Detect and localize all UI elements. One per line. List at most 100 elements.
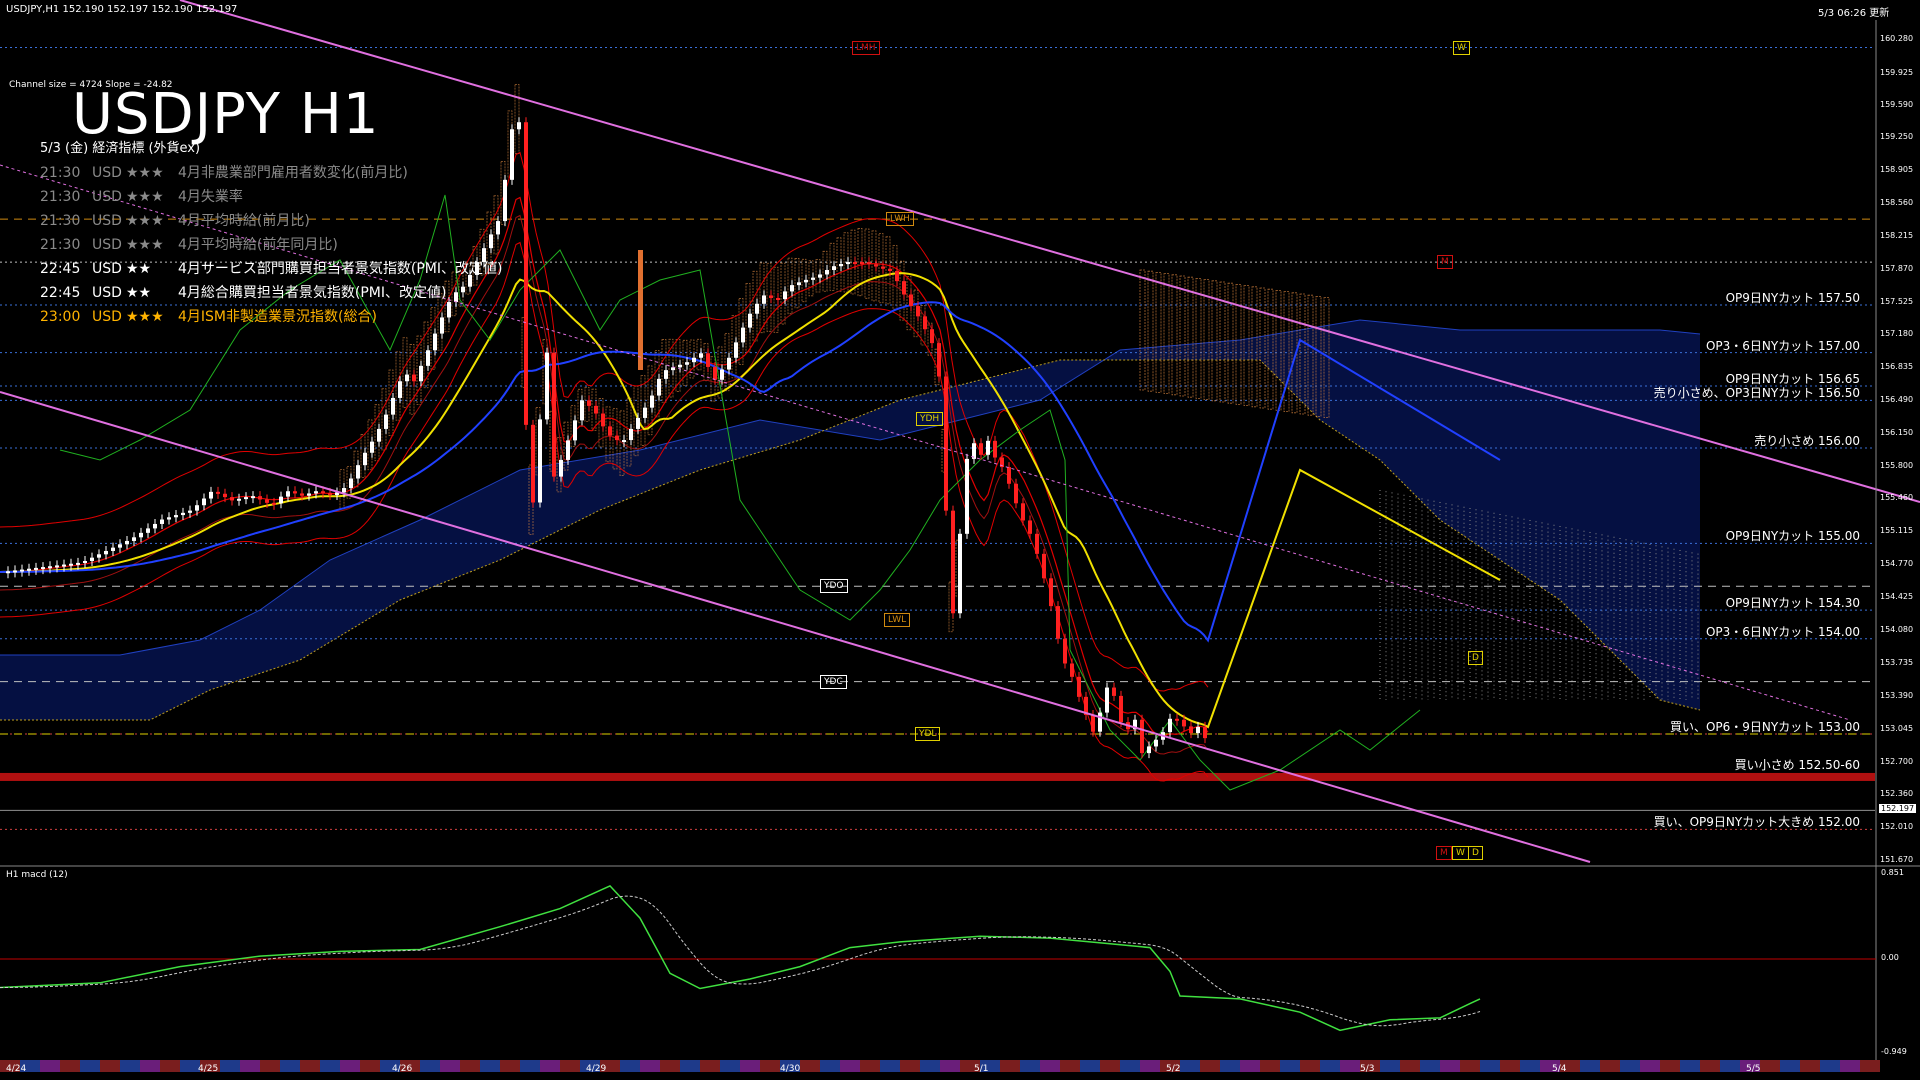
session-strip-cell — [1380, 1060, 1400, 1072]
candle-body — [167, 517, 171, 520]
candle-body — [888, 268, 892, 271]
price-tick-label: 152.700 — [1880, 756, 1914, 766]
event-currency: USD — [92, 261, 122, 277]
event-row: 21:30 USD ★★★ 4月失業率 — [40, 186, 243, 206]
current-price-badge: 152.197 — [1879, 804, 1917, 813]
session-strip-cell — [1200, 1060, 1220, 1072]
order-label: 買い、OP9日NYカット大きめ 152.00 — [1653, 815, 1860, 830]
macd-title: H1 macd (12) — [6, 870, 68, 880]
session-strip-cell — [820, 1060, 840, 1072]
candle-body — [622, 440, 626, 443]
session-strip-cell — [140, 1060, 160, 1072]
event-time: 21:30 — [40, 213, 81, 229]
candle-body — [573, 420, 577, 441]
candle-body — [538, 419, 542, 503]
candle-body — [405, 374, 409, 382]
candle-body — [818, 274, 822, 278]
candle-body — [993, 440, 997, 458]
event-stars: ★★ — [126, 261, 152, 277]
session-strip-cell — [1420, 1060, 1440, 1072]
session-strip-cell — [1280, 1060, 1300, 1072]
price-tick-label: 152.360 — [1880, 789, 1914, 799]
time-tick-label: 5/3 — [1360, 1064, 1375, 1074]
event-time: 22:45 — [40, 261, 81, 277]
candle-body — [384, 414, 388, 429]
candle-body — [244, 497, 248, 500]
session-strip-cell — [1320, 1060, 1340, 1072]
candle-body — [643, 407, 647, 418]
candle-body — [825, 270, 829, 275]
session-strip-cell — [1660, 1060, 1680, 1072]
candle-body — [13, 570, 17, 573]
candle-body — [692, 357, 696, 363]
candle-body — [657, 378, 661, 396]
candle-body — [300, 493, 304, 496]
event-row: 21:30 USD ★★★ 4月平均時給(前年同月比) — [40, 234, 338, 254]
candle-body — [461, 286, 465, 293]
session-strip-cell — [280, 1060, 300, 1072]
candle-body — [188, 510, 192, 513]
session-strip-cell — [1840, 1060, 1860, 1072]
session-strip-cell — [1820, 1060, 1840, 1072]
candle-body — [223, 493, 227, 498]
level-tag: D — [1468, 650, 1483, 665]
time-tick-label: 5/2 — [1166, 1064, 1181, 1074]
session-strip-cell — [180, 1060, 200, 1072]
candle-body — [608, 426, 612, 436]
price-tick-label: 159.590 — [1880, 99, 1914, 109]
candle-body — [6, 571, 10, 574]
price-tick-label: 159.250 — [1880, 132, 1914, 142]
candle-body — [27, 568, 31, 571]
macd-tick-bottom: -0.949 — [1881, 1047, 1907, 1056]
price-tick-label: 160.280 — [1880, 33, 1914, 43]
session-strip-cell — [760, 1060, 780, 1072]
candle-body — [741, 327, 745, 343]
time-tick-label: 5/5 — [1746, 1064, 1761, 1074]
level-tag: YDO — [820, 579, 848, 594]
candle-body — [125, 540, 129, 545]
candle-body — [489, 234, 493, 249]
price-tick-label: 157.870 — [1880, 263, 1914, 273]
candle-body — [279, 496, 283, 504]
candle-body — [937, 343, 941, 377]
event-time: 23:00 — [40, 309, 81, 325]
session-strip-cell — [1680, 1060, 1700, 1072]
candle-body — [727, 357, 731, 370]
candle-body — [979, 443, 983, 455]
candle-body — [62, 564, 66, 567]
candle-body — [90, 557, 94, 561]
candle-body — [1112, 687, 1116, 696]
session-strip-cell — [1460, 1060, 1480, 1072]
session-strip-cell — [80, 1060, 100, 1072]
candle-body — [517, 122, 521, 130]
session-strip-cell — [1640, 1060, 1660, 1072]
candle-body — [1042, 553, 1046, 579]
event-stars: ★★ — [126, 285, 152, 301]
candle-body — [776, 298, 780, 301]
candle-body — [853, 262, 857, 265]
candle-body — [34, 567, 38, 570]
event-name: 4月失業率 — [178, 189, 243, 205]
candle-body — [762, 295, 766, 304]
candle-body — [174, 515, 178, 518]
candle-body — [1105, 687, 1109, 713]
level-tag: D — [1468, 846, 1483, 861]
candle-body — [1154, 739, 1158, 747]
event-name: 4月平均時給(前年同月比) — [178, 237, 338, 253]
candle-body — [797, 282, 801, 286]
candle-body — [1168, 718, 1172, 733]
candle-body — [1028, 520, 1032, 534]
session-strip-cell — [240, 1060, 260, 1072]
event-time: 21:30 — [40, 237, 81, 253]
candle-body — [111, 547, 115, 551]
session-strip-cell — [500, 1060, 520, 1072]
event-currency: USD — [92, 165, 122, 181]
symbol-header: USDJPY,H1 152.190 152.197 152.190 152.19… — [6, 4, 238, 15]
candle-body — [916, 306, 920, 317]
candle-body — [1070, 663, 1074, 677]
candle-body — [951, 510, 955, 614]
candle-body — [650, 395, 654, 408]
price-tick-label: 157.180 — [1880, 329, 1914, 339]
order-label: OP9日NYカット 154.30 — [1725, 596, 1860, 611]
candle-body — [1147, 746, 1151, 754]
